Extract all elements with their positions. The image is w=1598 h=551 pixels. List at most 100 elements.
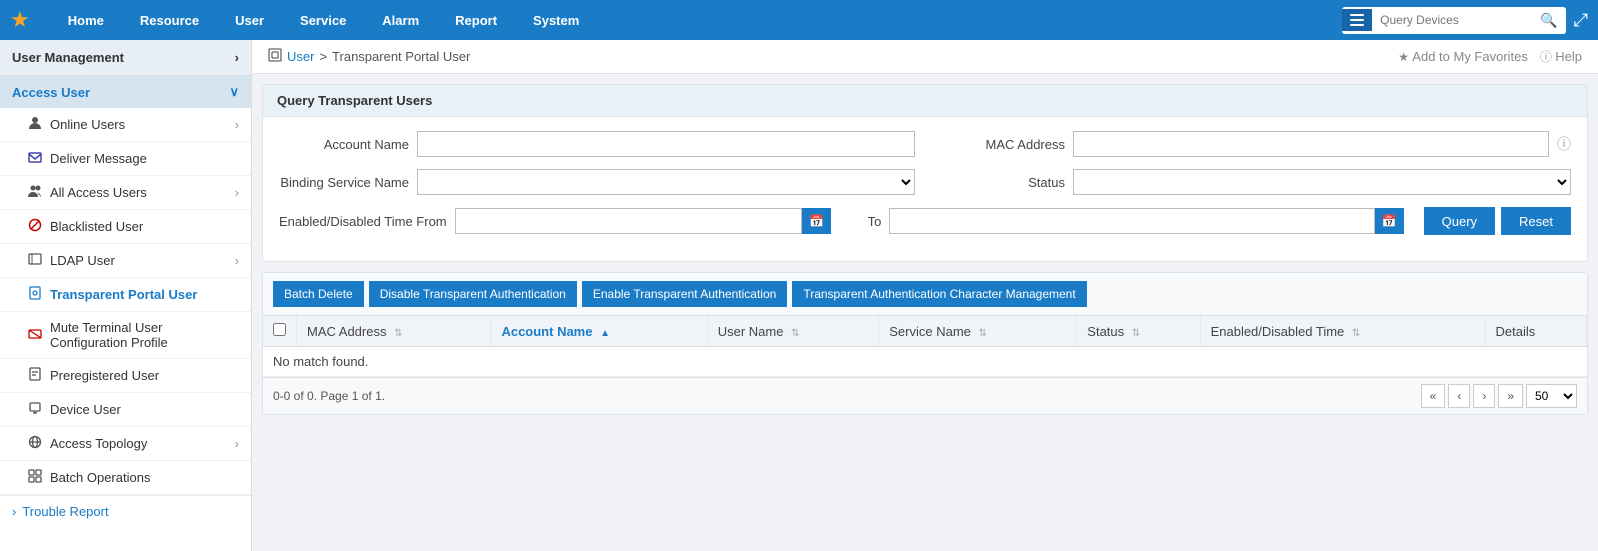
batch-delete-button[interactable]: Batch Delete bbox=[273, 281, 364, 307]
query-panel-title: Query Transparent Users bbox=[263, 85, 1587, 117]
expand-search-icon[interactable]: ⤢ bbox=[1574, 10, 1588, 31]
status-col-header[interactable]: Status ⇅ bbox=[1077, 316, 1200, 347]
sidebar-item-label: Blacklisted User bbox=[50, 219, 143, 234]
next-page-button[interactable]: › bbox=[1473, 384, 1495, 408]
details-col-header: Details bbox=[1485, 316, 1586, 347]
sidebar-item-label: Device User bbox=[50, 402, 121, 417]
sidebar-item-batch-operations[interactable]: Batch Operations bbox=[0, 461, 251, 495]
sidebar-item-ldap-user[interactable]: LDAP User › bbox=[0, 244, 251, 278]
preregistered-icon bbox=[28, 367, 42, 384]
time-from-calendar-button[interactable]: 📅 bbox=[802, 208, 831, 234]
last-page-button[interactable]: » bbox=[1498, 384, 1523, 408]
query-button[interactable]: Query bbox=[1424, 207, 1495, 235]
sidebar-item-transparent-portal-user[interactable]: Transparent Portal User bbox=[0, 278, 251, 312]
table-header-row: MAC Address ⇅ Account Name ▲ User Name ⇅ bbox=[263, 316, 1587, 347]
mac-sort-icon: ⇅ bbox=[394, 328, 402, 339]
disable-auth-button[interactable]: Disable Transparent Authentication bbox=[369, 281, 577, 307]
time-sort-icon: ⇅ bbox=[1352, 328, 1360, 339]
sidebar-item-mute-terminal[interactable]: Mute Terminal User Configuration Profile bbox=[0, 312, 251, 359]
select-all-header[interactable] bbox=[263, 316, 297, 347]
status-select[interactable] bbox=[1073, 169, 1571, 195]
mute-terminal-icon bbox=[28, 327, 42, 344]
account-name-group: Account Name bbox=[279, 131, 915, 157]
ldap-icon bbox=[28, 252, 42, 269]
prev-page-button[interactable]: ‹ bbox=[1448, 384, 1470, 408]
sidebar-item-online-users[interactable]: Online Users › bbox=[0, 108, 251, 142]
enable-auth-button[interactable]: Enable Transparent Authentication bbox=[582, 281, 787, 307]
breadcrumb-current: Transparent Portal User bbox=[332, 49, 470, 64]
nav-system[interactable]: System bbox=[515, 0, 597, 40]
form-row-1: Account Name MAC Address ⓘ bbox=[279, 131, 1571, 157]
device-user-icon bbox=[28, 401, 42, 418]
search-area: 🔍 ⤢ bbox=[1342, 7, 1588, 34]
sidebar-item-all-access-users[interactable]: All Access Users › bbox=[0, 176, 251, 210]
expand-arrow-icon: › bbox=[235, 253, 239, 268]
status-sort-icon: ⇅ bbox=[1132, 328, 1140, 339]
sidebar-item-label: Mute Terminal User Configuration Profile bbox=[50, 320, 239, 350]
nav-service[interactable]: Service bbox=[282, 0, 364, 40]
reset-button[interactable]: Reset bbox=[1501, 207, 1571, 235]
deliver-message-icon bbox=[28, 150, 42, 167]
time-to-input[interactable] bbox=[889, 208, 1374, 234]
sidebar-item-label: Online Users bbox=[50, 117, 125, 132]
access-user-section-header[interactable]: Access User ∨ bbox=[0, 76, 251, 108]
service-name-col-header[interactable]: Service Name ⇅ bbox=[879, 316, 1077, 347]
nav-user[interactable]: User bbox=[217, 0, 282, 40]
date-from-wrap: 📅 bbox=[455, 208, 832, 234]
time-to-group: To 📅 bbox=[851, 208, 1403, 234]
sidebar-item-label: Deliver Message bbox=[50, 151, 147, 166]
pagination-info: 0-0 of 0. Page 1 of 1. bbox=[273, 389, 385, 403]
expand-arrow-icon: › bbox=[235, 117, 239, 132]
mac-help-icon[interactable]: ⓘ bbox=[1557, 134, 1571, 154]
search-input[interactable] bbox=[1372, 9, 1532, 31]
char-mgmt-button[interactable]: Transparent Authentication Character Man… bbox=[792, 281, 1086, 307]
status-group: Status bbox=[935, 169, 1571, 195]
table-section: Batch Delete Disable Transparent Authent… bbox=[262, 272, 1588, 415]
sidebar-item-access-topology[interactable]: Access Topology › bbox=[0, 427, 251, 461]
nav-alarm[interactable]: Alarm bbox=[364, 0, 437, 40]
search-button[interactable]: 🔍 bbox=[1532, 7, 1565, 34]
time-from-label: Enabled/Disabled Time From bbox=[279, 214, 447, 229]
expand-arrow-icon: › bbox=[235, 185, 239, 200]
binding-service-select[interactable] bbox=[417, 169, 915, 195]
binding-service-group: Binding Service Name bbox=[279, 169, 915, 195]
user-name-col-header[interactable]: User Name ⇅ bbox=[707, 316, 879, 347]
sidebar-item-blacklisted-user[interactable]: Blacklisted User bbox=[0, 210, 251, 244]
sidebar-title: User Management bbox=[12, 50, 124, 65]
no-match-row: No match found. bbox=[263, 347, 1587, 377]
sidebar-collapse-icon[interactable]: › bbox=[235, 50, 239, 65]
account-name-col-header[interactable]: Account Name ▲ bbox=[491, 316, 707, 347]
nav-menu: Home Resource User Service Alarm Report … bbox=[50, 0, 1342, 40]
add-favorites-button[interactable]: ★ Add to My Favorites bbox=[1398, 49, 1528, 64]
logo-icon[interactable]: ★ bbox=[10, 7, 30, 33]
mac-address-input[interactable] bbox=[1073, 131, 1549, 157]
access-topology-icon bbox=[28, 435, 42, 452]
trouble-report-link[interactable]: › Trouble Report bbox=[0, 496, 251, 527]
per-page-select[interactable]: 50 100 200 bbox=[1526, 384, 1577, 408]
nav-resource[interactable]: Resource bbox=[122, 0, 217, 40]
breadcrumb-bar: User > Transparent Portal User ★ Add to … bbox=[252, 40, 1598, 74]
time-from-input[interactable] bbox=[455, 208, 803, 234]
sidebar-item-deliver-message[interactable]: Deliver Message bbox=[0, 142, 251, 176]
sidebar-item-device-user[interactable]: Device User bbox=[0, 393, 251, 427]
user-sort-icon: ⇅ bbox=[791, 328, 799, 339]
mac-address-col-header[interactable]: MAC Address ⇅ bbox=[297, 316, 491, 347]
nav-home[interactable]: Home bbox=[50, 0, 122, 40]
sidebar-section-access-user: Access User ∨ Online Users › Deliver Mes… bbox=[0, 76, 251, 496]
enabled-disabled-time-col-header[interactable]: Enabled/Disabled Time ⇅ bbox=[1200, 316, 1485, 347]
time-to-calendar-button[interactable]: 📅 bbox=[1375, 208, 1404, 234]
first-page-button[interactable]: « bbox=[1421, 384, 1446, 408]
breadcrumb-separator: > bbox=[319, 49, 327, 64]
select-all-checkbox[interactable] bbox=[273, 323, 286, 336]
trouble-report-label: Trouble Report bbox=[22, 504, 108, 519]
blacklisted-icon bbox=[28, 218, 42, 235]
search-mode-icon[interactable] bbox=[1342, 9, 1372, 31]
nav-report[interactable]: Report bbox=[437, 0, 515, 40]
sidebar-item-preregistered-user[interactable]: Preregistered User bbox=[0, 359, 251, 393]
access-user-label: Access User bbox=[12, 85, 90, 100]
sidebar-item-label: All Access Users bbox=[50, 185, 147, 200]
account-name-input[interactable] bbox=[417, 131, 915, 157]
help-button[interactable]: ⓘ Help bbox=[1540, 48, 1582, 65]
mac-address-label: MAC Address bbox=[935, 137, 1065, 152]
breadcrumb-parent[interactable]: User bbox=[287, 49, 314, 64]
